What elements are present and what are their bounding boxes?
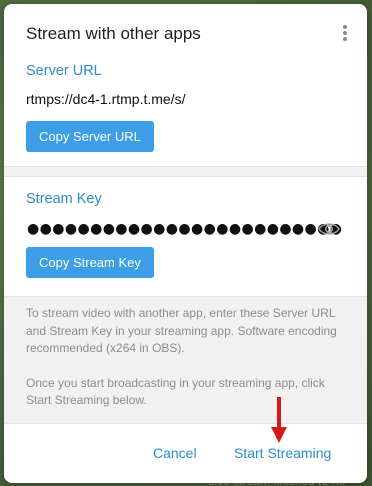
section-divider	[4, 166, 367, 177]
stream-key-masked-value: ●●●●●●●●●●●●●●●●●●●●●●●●●	[27, 221, 343, 237]
dialog-footer: Cancel Start Streaming	[4, 424, 367, 480]
info-paragraph-start: Once you start broadcasting in your stre…	[26, 375, 325, 408]
start-streaming-button[interactable]: Start Streaming	[234, 445, 331, 461]
copy-stream-key-button[interactable]: Copy Stream Key	[26, 247, 154, 278]
dialog-header: Stream with other apps	[4, 4, 367, 61]
stream-dialog: Stream with other apps Server URL rtmps:…	[4, 4, 367, 483]
dialog-title: Stream with other apps	[26, 24, 201, 43]
copy-server-url-button[interactable]: Copy Server URL	[26, 121, 154, 152]
info-section: To stream video with another app, enter …	[4, 296, 367, 424]
red-arrow-annotation-icon	[271, 397, 287, 443]
server-url-section: Server URL rtmps://dc4-1.rtmp.t.me/s/ Co…	[4, 61, 367, 166]
cancel-button[interactable]: Cancel	[153, 445, 197, 461]
more-vertical-icon[interactable]	[337, 23, 353, 43]
server-url-value: rtmps://dc4-1.rtmp.t.me/s/	[26, 91, 186, 107]
info-paragraph-instructions: To stream video with another app, enter …	[26, 306, 337, 355]
server-url-label: Server URL	[26, 63, 102, 79]
eye-icon[interactable]	[318, 221, 340, 237]
stream-key-label: Stream Key	[26, 191, 102, 207]
stream-key-section: Stream Key ●●●●●●●●●●●●●●●●●●●●●●●●● Cop…	[4, 177, 367, 296]
